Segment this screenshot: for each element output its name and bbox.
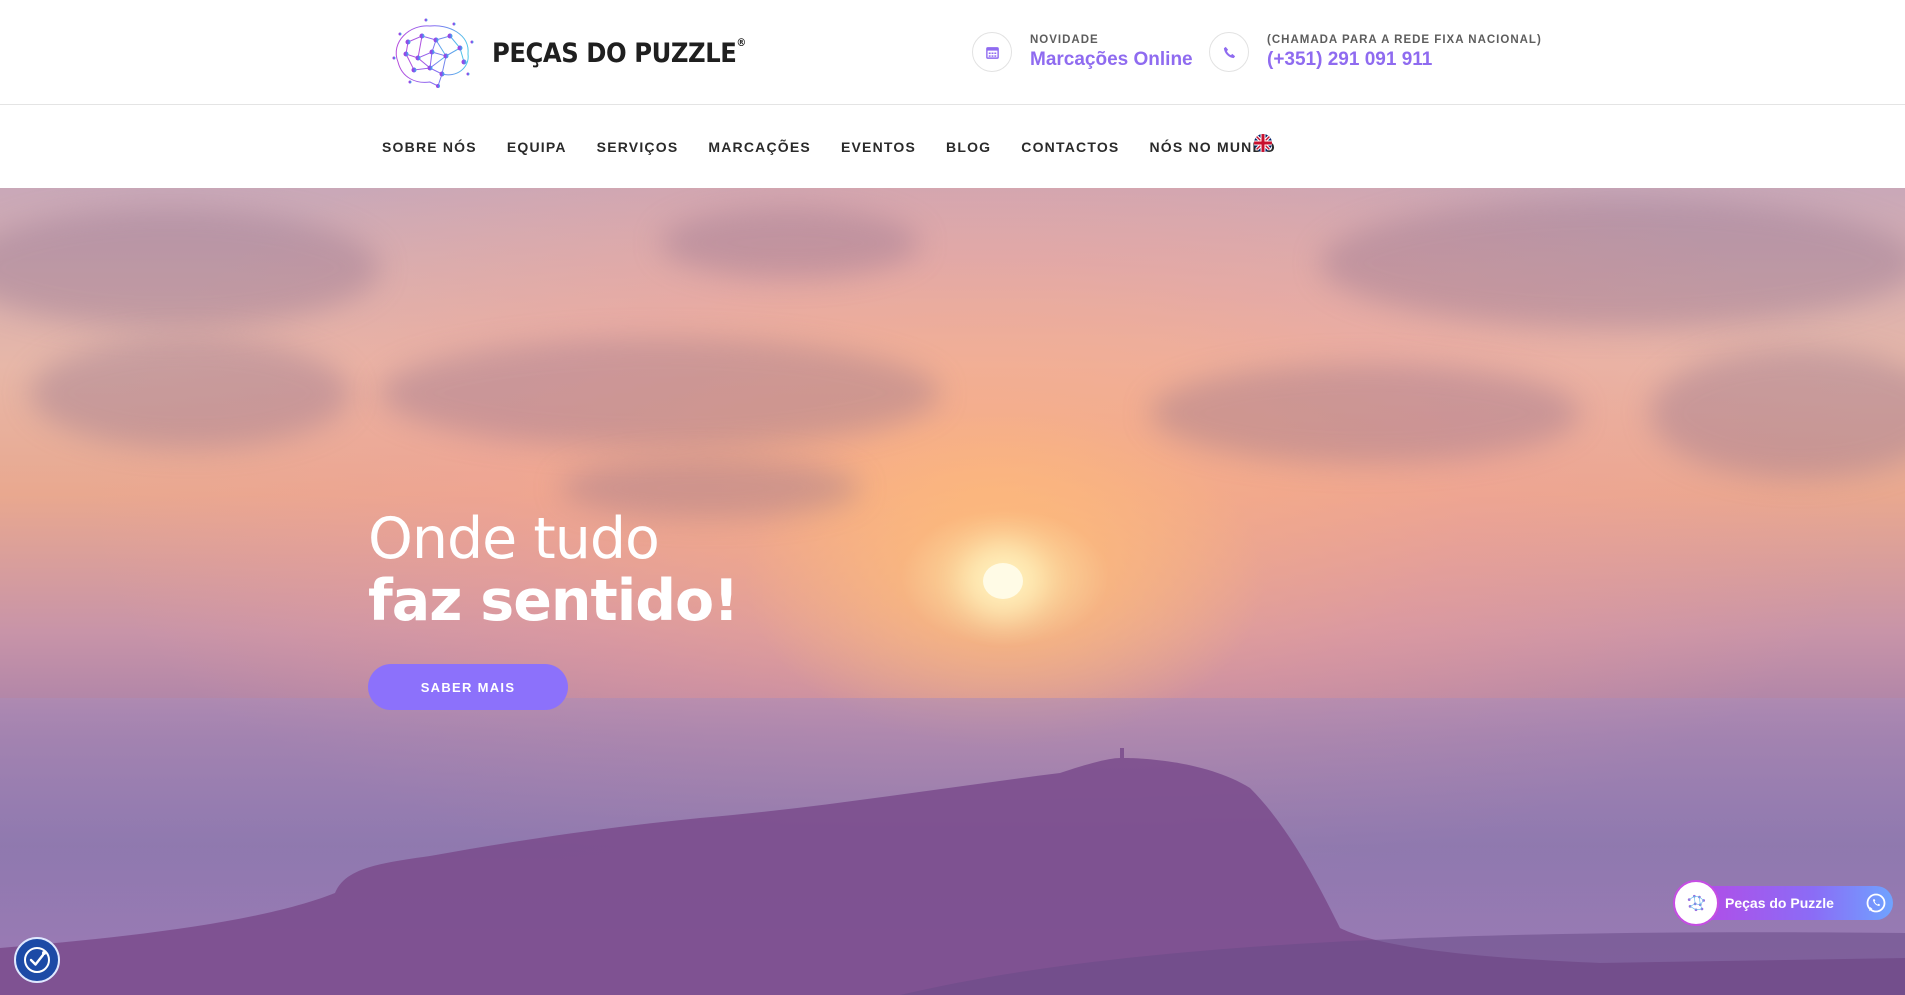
nav-item-servicos[interactable]: SERVIÇOS: [597, 139, 679, 155]
phone-icon: [1209, 32, 1249, 72]
accessibility-button[interactable]: [14, 937, 60, 983]
nav-item-sobre-nos[interactable]: SOBRE NÓS: [382, 139, 477, 155]
brain-logo-icon: [1687, 894, 1706, 912]
hero-line-2: faz sentido!: [368, 568, 739, 634]
brand-name: PEÇAS DO PUZZLE®: [492, 35, 746, 69]
phone-number-link[interactable]: (+351) 291 091 911: [1267, 49, 1542, 71]
nav-item-marcacoes[interactable]: MARCAÇÕES: [708, 139, 811, 155]
contact-caption: NOVIDADE: [1030, 34, 1099, 46]
nav-item-eventos[interactable]: EVENTOS: [841, 139, 916, 155]
top-header: PEÇAS DO PUZZLE® NOVIDADE Marcações Onli…: [0, 0, 1905, 105]
island-silhouette: [0, 748, 1905, 995]
whatsapp-chat-button[interactable]: Peças do Puzzle: [1693, 886, 1893, 920]
phone-contact[interactable]: (CHAMADA PARA A REDE FIXA NACIONAL) (+35…: [1209, 32, 1542, 72]
calendar-icon: [972, 32, 1012, 72]
whatsapp-icon: [1866, 893, 1886, 913]
whatsapp-widget[interactable]: Peças do Puzzle: [1673, 880, 1893, 926]
site-logo[interactable]: PEÇAS DO PUZZLE®: [380, 12, 774, 94]
whatsapp-avatar: [1673, 880, 1719, 926]
brain-logo-icon: [392, 18, 474, 88]
nav-item-equipa[interactable]: EQUIPA: [507, 139, 567, 155]
main-nav: SOBRE NÓS EQUIPA SERVIÇOS MARCAÇÕES EVEN…: [0, 106, 1905, 188]
uk-flag-icon[interactable]: [1254, 134, 1272, 152]
hero-heading: Onde tudo faz sentido!: [368, 506, 739, 634]
nav-item-contactos[interactable]: CONTACTOS: [1021, 139, 1119, 155]
contact-caption: (CHAMADA PARA A REDE FIXA NACIONAL): [1267, 34, 1542, 46]
accessibility-icon: [24, 947, 50, 973]
hero-line-1: Onde tudo: [368, 506, 660, 572]
online-booking-contact[interactable]: NOVIDADE Marcações Online: [972, 32, 1193, 72]
whatsapp-label: Peças do Puzzle: [1725, 895, 1834, 911]
nav-item-blog[interactable]: BLOG: [946, 139, 991, 155]
online-booking-link[interactable]: Marcações Online: [1030, 49, 1193, 71]
hero-banner: Onde tudo faz sentido! SABER MAIS: [0, 188, 1905, 995]
saber-mais-button[interactable]: SABER MAIS: [368, 664, 568, 710]
